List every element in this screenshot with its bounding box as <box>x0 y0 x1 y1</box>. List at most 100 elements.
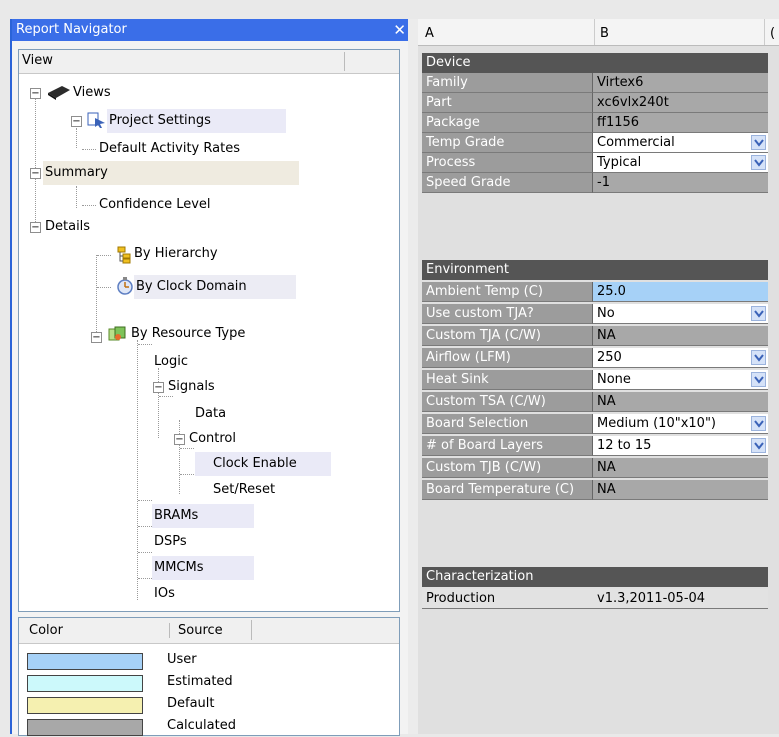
cell-text: -1 <box>597 175 610 190</box>
row-speed-grade: Speed Grade -1 <box>422 173 768 193</box>
collapse-toggle-summary[interactable]: − <box>30 168 41 179</box>
tree-line <box>138 578 152 579</box>
tree-item-control[interactable]: Control <box>189 427 236 451</box>
row-label: Board Temperature (C) <box>422 480 593 500</box>
tree-line <box>76 128 77 148</box>
collapse-toggle-control[interactable]: − <box>174 434 185 445</box>
custom-tja-value[interactable]: NA <box>593 326 768 346</box>
row-heat-sink: Heat Sink None <box>422 370 768 390</box>
row-label-text: Temp Grade <box>426 135 505 150</box>
tree-item-by-resource-type[interactable]: By Resource Type <box>131 322 245 346</box>
tree-item-set-reset[interactable]: Set/Reset <box>213 478 275 502</box>
ambient-temp-input[interactable]: 25.0 <box>593 282 768 302</box>
column-divider <box>594 19 595 45</box>
board-selection-select[interactable]: Medium (10"x10") <box>593 414 768 434</box>
row-label: Use custom TJA? <box>422 304 593 324</box>
collapse-toggle-views[interactable]: − <box>30 88 41 99</box>
view-column-header[interactable]: View <box>19 50 399 74</box>
row-label-text: Part <box>426 95 452 110</box>
stopwatch-icon <box>117 277 133 295</box>
tree-item-default-activity-rates[interactable]: Default Activity Rates <box>99 137 240 161</box>
production-value: v1.3,2011-05-04 <box>593 589 768 609</box>
row-label: Custom TSA (C/W) <box>422 392 593 412</box>
section-header-device: Device <box>422 53 768 73</box>
board-layers-select[interactable]: 12 to 15 <box>593 436 768 456</box>
chevron-down-icon[interactable] <box>751 438 766 453</box>
row-label-text: Use custom TJA? <box>426 306 534 321</box>
cell-text: NA <box>597 328 616 343</box>
row-label: Part <box>422 93 593 113</box>
row-custom-tjb: Custom TJB (C/W) NA <box>422 458 768 478</box>
custom-tjb-value[interactable]: NA <box>593 458 768 478</box>
tree-item-by-clock-domain[interactable]: By Clock Domain <box>134 275 296 299</box>
row-label: Custom TJA (C/W) <box>422 326 593 346</box>
row-custom-tsa: Custom TSA (C/W) NA <box>422 392 768 412</box>
tree-item-data[interactable]: Data <box>195 402 226 426</box>
heat-sink-select[interactable]: None <box>593 370 768 390</box>
temp-grade-select[interactable]: Commercial <box>593 133 768 153</box>
use-custom-tja-select[interactable]: No <box>593 304 768 324</box>
custom-tsa-value[interactable]: NA <box>593 392 768 412</box>
chevron-down-icon[interactable] <box>751 135 766 150</box>
tree-item-views[interactable]: Views <box>73 81 111 105</box>
row-temp-grade: Temp Grade Commercial <box>422 133 768 153</box>
chevron-down-icon[interactable] <box>751 306 766 321</box>
chevron-down-icon[interactable] <box>751 350 766 365</box>
collapse-toggle-by-resource-type[interactable]: − <box>91 332 102 343</box>
tree-item-logic[interactable]: Logic <box>154 350 188 374</box>
collapse-toggle-details[interactable]: − <box>30 222 41 233</box>
process-select[interactable]: Typical <box>593 153 768 173</box>
color-swatch <box>27 697 143 714</box>
section-title: Device <box>426 55 471 70</box>
cell-text: 25.0 <box>597 284 626 299</box>
tree-line <box>180 474 194 475</box>
tree-item-dsps[interactable]: DSPs <box>154 530 187 554</box>
chevron-down-icon[interactable] <box>751 155 766 170</box>
tree-item-confidence-level[interactable]: Confidence Level <box>99 193 211 217</box>
select-value: No <box>597 306 615 321</box>
settings-grid: A B ( Device Family Virtex6 Part xc6vlx2… <box>418 19 779 734</box>
section-header-characterization: Characterization <box>422 567 768 587</box>
tree-item-ios[interactable]: IOs <box>154 582 175 606</box>
column-header-b[interactable]: B <box>600 26 609 41</box>
tree-item-brams[interactable]: BRAMs <box>152 504 254 528</box>
family-value[interactable]: Virtex6 <box>593 73 768 93</box>
board-temperature-value[interactable]: NA <box>593 480 768 500</box>
tree-line <box>96 255 97 340</box>
legend-header-color[interactable]: Color <box>29 623 63 638</box>
column-divider <box>344 52 345 71</box>
collapse-toggle-signals[interactable]: − <box>153 382 164 393</box>
tree-item-project-settings[interactable]: Project Settings <box>107 109 286 133</box>
row-production: Production v1.3,2011-05-04 <box>422 589 768 609</box>
row-label-text: Board Temperature (C) <box>426 482 575 497</box>
tree-line <box>82 149 96 150</box>
panel-splitter[interactable] <box>408 19 418 734</box>
tree-item-signals[interactable]: Signals <box>168 375 215 399</box>
tree-line <box>137 340 138 600</box>
chevron-down-icon[interactable] <box>751 372 766 387</box>
legend-label: Calculated <box>167 718 236 733</box>
cell-text: xc6vlx240t <box>597 95 669 110</box>
airflow-select[interactable]: 250 <box>593 348 768 368</box>
legend-header-source[interactable]: Source <box>169 623 223 638</box>
select-value: Commercial <box>597 135 675 150</box>
select-value: Medium (10"x10") <box>597 416 716 431</box>
row-label-text: Speed Grade <box>426 175 511 190</box>
speed-grade-value[interactable]: -1 <box>593 173 768 193</box>
collapse-toggle-project-settings[interactable]: − <box>71 116 82 127</box>
package-value[interactable]: ff1156 <box>593 113 768 133</box>
row-label-text: Custom TJA (C/W) <box>426 328 541 343</box>
part-value[interactable]: xc6vlx240t <box>593 93 768 113</box>
row-label: Process <box>422 153 593 173</box>
tree-item-mmcms[interactable]: MMCMs <box>152 556 254 580</box>
color-swatch <box>27 675 143 692</box>
close-icon[interactable]: ✕ <box>393 19 406 41</box>
color-legend: Color Source User Estimated Default Calc… <box>18 617 400 736</box>
column-header-c[interactable]: ( <box>770 26 775 41</box>
tree-item-details[interactable]: Details <box>45 215 90 239</box>
chevron-down-icon[interactable] <box>751 416 766 431</box>
column-header-a[interactable]: A <box>425 26 434 41</box>
tree-item-by-hierarchy[interactable]: By Hierarchy <box>134 242 218 266</box>
tree-item-clock-enable[interactable]: Clock Enable <box>195 452 331 476</box>
tree-item-summary[interactable]: Summary <box>43 161 299 185</box>
